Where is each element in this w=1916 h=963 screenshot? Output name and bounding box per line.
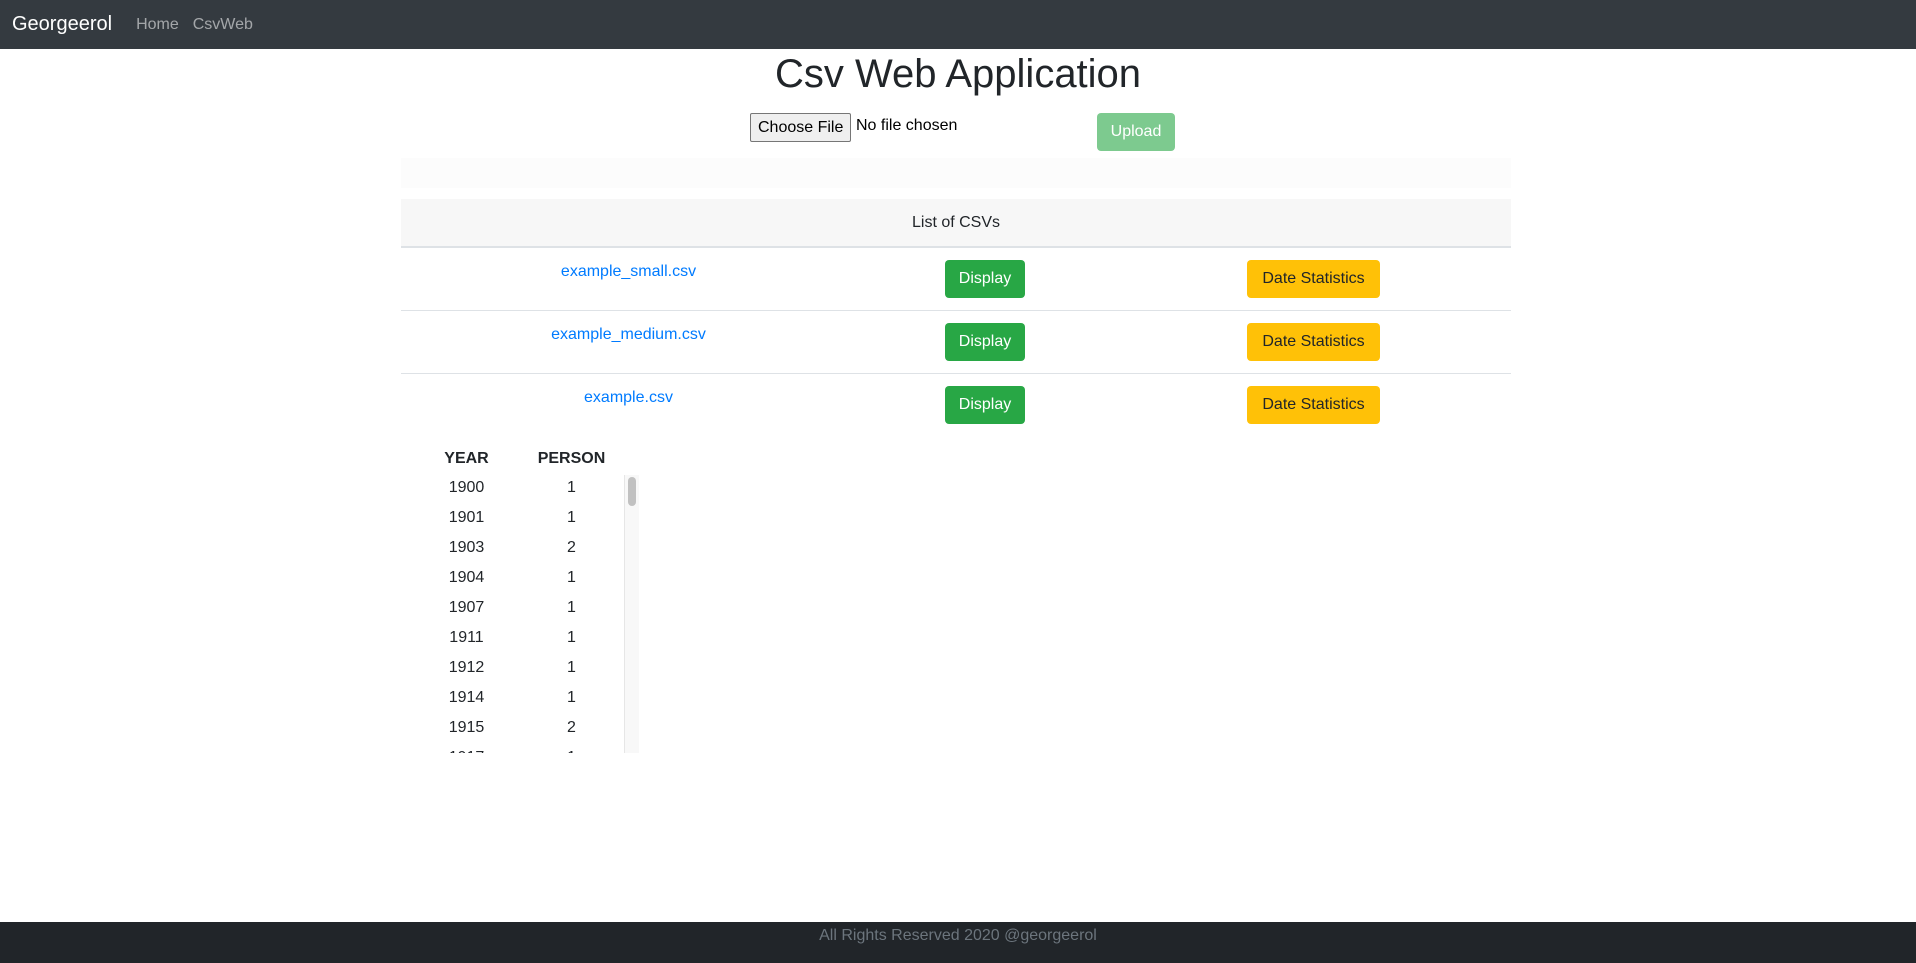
data-table-scrollbar[interactable] [624, 475, 639, 753]
year-cell: 1901 [448, 509, 485, 526]
year-cell: 1912 [448, 659, 485, 676]
footer-text: All Rights Reserved 2020 @georgeerol [819, 927, 1097, 944]
nav-link-csvweb[interactable]: CsvWeb [193, 16, 253, 34]
person-cell: 1 [567, 659, 576, 676]
table-row: 1914 1 [414, 685, 639, 715]
brand-link[interactable]: Georgeerol [12, 13, 112, 36]
nav-link-home[interactable]: Home [136, 16, 179, 34]
year-cell: 1911 [449, 629, 484, 646]
person-cell: 1 [567, 569, 576, 586]
csv-file-link[interactable]: example_medium.csv [401, 326, 856, 344]
display-button[interactable]: Display [945, 260, 1025, 298]
csv-list-table: List of CSVs example_small.csv Display D… [401, 199, 1511, 437]
year-cell: 1917 [414, 749, 519, 753]
table-row: 1901 1 [414, 505, 639, 535]
year-cell: 1900 [448, 479, 485, 496]
date-statistics-button[interactable]: Date Statistics [1247, 260, 1380, 298]
column-header-year: YEAR [444, 450, 489, 467]
data-table-header: YEAR PERSON [414, 448, 624, 472]
csv-list-header: List of CSVs [401, 199, 1511, 248]
year-cell: 1904 [448, 569, 485, 586]
person-cell: 1 [519, 749, 624, 753]
year-cell: 1914 [448, 689, 485, 706]
navbar: Georgeerol Home CsvWeb [0, 0, 1916, 49]
csv-row: example_small.csv Display Date Statistic… [401, 248, 1511, 311]
column-header-person: PERSON [537, 450, 606, 467]
footer: All Rights Reserved 2020 @georgeerol [0, 922, 1916, 963]
date-statistics-button[interactable]: Date Statistics [1247, 323, 1380, 361]
person-cell: 1 [567, 599, 576, 616]
form-divider [401, 158, 1511, 188]
year-cell: 1907 [448, 599, 485, 616]
person-cell: 1 [567, 689, 576, 706]
person-cell: 1 [567, 509, 576, 526]
table-row: 1900 1 [414, 475, 639, 505]
file-status-text: No file chosen [856, 117, 958, 134]
year-cell: 1915 [448, 719, 485, 736]
upload-button[interactable]: Upload [1097, 113, 1175, 151]
csv-row: example.csv Display Date Statistics [401, 374, 1511, 437]
table-row: 1911 1 [414, 625, 639, 655]
csv-file-link[interactable]: example_small.csv [401, 263, 856, 281]
person-cell: 1 [567, 629, 576, 646]
data-table-body: 1900 1 1901 1 1903 2 1904 1 1907 1 1911 … [414, 475, 639, 753]
table-row: 1903 2 [414, 535, 639, 565]
person-cell: 2 [567, 539, 576, 556]
table-row: 1912 1 [414, 655, 639, 685]
csv-file-link[interactable]: example.csv [401, 389, 856, 407]
table-row: 1904 1 [414, 565, 639, 595]
page-title: Csv Web Application [774, 52, 1142, 96]
choose-file-button[interactable]: Choose File [750, 113, 852, 142]
csv-row: example_medium.csv Display Date Statisti… [401, 311, 1511, 374]
year-cell: 1903 [448, 539, 485, 556]
person-cell: 2 [567, 719, 576, 736]
display-button[interactable]: Display [945, 386, 1025, 424]
display-button[interactable]: Display [945, 323, 1025, 361]
date-statistics-button[interactable]: Date Statistics [1247, 386, 1380, 424]
upload-form: Choose File No file chosen Upload [750, 113, 1175, 153]
scrollbar-thumb[interactable] [628, 477, 636, 506]
table-row: 1917 1 [414, 745, 639, 753]
person-cell: 1 [567, 479, 576, 496]
table-row: 1915 2 [414, 715, 639, 745]
table-row: 1907 1 [414, 595, 639, 625]
